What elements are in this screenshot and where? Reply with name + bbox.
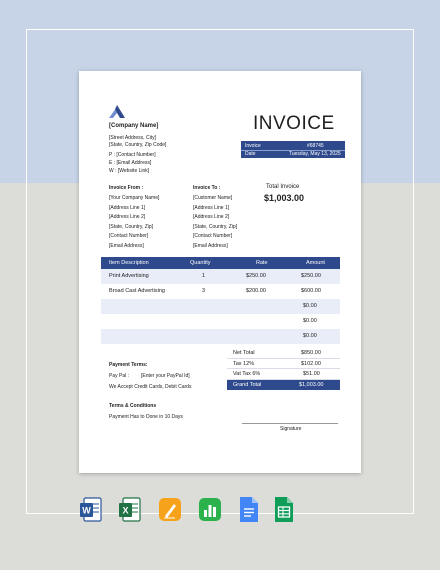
invoice-document: [Company Name] [Street Address, City] [S… bbox=[79, 71, 361, 473]
from-line: [Your Company Name] bbox=[109, 195, 160, 201]
invoice-title: INVOICE bbox=[253, 113, 335, 134]
summary-label: Tax 12% bbox=[233, 360, 255, 367]
invoice-number-label: Invoice bbox=[245, 142, 261, 149]
summary-label: Vat Tax 6% bbox=[233, 371, 261, 377]
paypal-label: Pay Pal : bbox=[109, 373, 130, 379]
from-line: [Address Line 1] bbox=[109, 204, 146, 211]
header-amount: Amount bbox=[306, 260, 325, 266]
signature-line bbox=[242, 423, 338, 424]
payment-terms-heading: Payment Terms: bbox=[109, 362, 148, 368]
invoice-date-value: Tuesday, May 13, 2025 bbox=[289, 151, 341, 157]
summary-row: Tax 12% $102.00 bbox=[227, 359, 340, 369]
company-phone: P : [Contact Number] bbox=[109, 152, 156, 158]
meta-divider bbox=[241, 149, 345, 150]
numbers-icon[interactable] bbox=[198, 496, 222, 524]
pages-icon[interactable] bbox=[158, 496, 182, 524]
cell-description: Broad Cast Advertising bbox=[109, 288, 165, 294]
invoice-from-lines: [Your Company Name] [Address Line 1] [Ad… bbox=[109, 195, 159, 252]
cell-description: Print Advertising bbox=[109, 273, 149, 279]
totals-summary: Net Total $850.00 Tax 12% $102.00 Vat Ta… bbox=[227, 348, 340, 390]
to-line: [State, Country, Zip] bbox=[193, 223, 238, 230]
word-icon[interactable]: W bbox=[79, 496, 103, 524]
company-name: [Company Name] bbox=[109, 123, 159, 129]
paypal-value: [Enter your PayPal Id] bbox=[141, 373, 190, 379]
invoice-to-lines: [Customer Name] [Address Line 1] [Addres… bbox=[193, 195, 237, 252]
table-row: $0.00 bbox=[101, 299, 340, 314]
cell-amount: $0.00 bbox=[303, 303, 317, 309]
app-icons-row: W X bbox=[0, 496, 440, 526]
total-invoice-label: Total Invoice bbox=[266, 184, 300, 190]
grand-total-label: Grand Total bbox=[233, 381, 262, 388]
invoice-from-heading: Invoice From : bbox=[109, 185, 144, 191]
cell-amount: $250.00 bbox=[301, 273, 321, 279]
invoice-number-value: #68745 bbox=[307, 142, 324, 149]
table-row: $0.00 bbox=[101, 314, 340, 329]
company-address-1: [Street Address, City] bbox=[109, 135, 156, 141]
to-line: [Address Line 1] bbox=[193, 204, 230, 211]
summary-value: $850.00 bbox=[301, 350, 321, 356]
svg-text:W: W bbox=[82, 506, 91, 516]
cell-quantity: 3 bbox=[202, 288, 206, 294]
grand-total-row: Grand Total $1,003.00 bbox=[227, 379, 340, 390]
cell-amount: $0.00 bbox=[303, 318, 317, 324]
terms-heading: Terms & Conditions bbox=[109, 403, 157, 409]
summary-value: $51.00 bbox=[303, 371, 320, 377]
google-docs-icon[interactable] bbox=[237, 496, 261, 524]
to-line: [Email Address] bbox=[193, 242, 228, 249]
header-item-description: Item Description bbox=[109, 260, 149, 266]
payment-cards: We Accept Credit Cards, Debit Cards bbox=[109, 384, 192, 390]
summary-label: Net Total bbox=[233, 350, 255, 356]
cell-rate: $200.00 bbox=[246, 288, 266, 294]
table-row: Print Advertising 1 $250.00 $250.00 bbox=[101, 269, 340, 284]
google-sheets-icon[interactable] bbox=[272, 496, 296, 524]
company-logo-icon bbox=[109, 105, 125, 118]
excel-icon[interactable]: X bbox=[118, 496, 142, 524]
svg-text:X: X bbox=[122, 506, 128, 516]
header-quantity: Quantity bbox=[190, 260, 211, 266]
cell-quantity: 1 bbox=[202, 273, 206, 279]
to-line: [Customer Name] bbox=[193, 195, 233, 201]
table-row: Broad Cast Advertising 3 $200.00 $600.00 bbox=[101, 284, 340, 299]
invoice-date-label: Date bbox=[245, 151, 256, 157]
from-line: [Address Line 2] bbox=[109, 214, 146, 220]
company-website: W : [Website Link] bbox=[109, 168, 150, 174]
items-table: Item Description Quantity Rate Amount Pr… bbox=[101, 257, 340, 344]
summary-row: Vat Tax 6% $51.00 bbox=[227, 369, 340, 380]
from-line: [Email Address] bbox=[109, 242, 144, 249]
summary-row: Net Total $850.00 bbox=[227, 348, 340, 359]
invoice-meta-box: Invoice #68745 Date Tuesday, May 13, 202… bbox=[241, 141, 345, 158]
from-line: [State, Country, Zip] bbox=[109, 223, 154, 230]
table-header: Item Description Quantity Rate Amount bbox=[101, 257, 340, 269]
header-rate: Rate bbox=[256, 260, 268, 266]
to-line: [Contact Number] bbox=[193, 233, 233, 239]
cell-rate: $250.00 bbox=[246, 273, 266, 279]
table-row: $0.00 bbox=[101, 329, 340, 344]
grand-total-value: $1,003.00 bbox=[299, 381, 324, 388]
invoice-to-heading: Invoice To : bbox=[193, 185, 221, 191]
to-line: [Address Line 2] bbox=[193, 214, 230, 220]
company-address-2: [State, Country, Zip Code] bbox=[109, 142, 167, 148]
signature-label: Signature bbox=[280, 426, 302, 432]
cell-amount: $600.00 bbox=[301, 288, 321, 294]
total-invoice-value: $1,003.00 bbox=[264, 193, 305, 203]
from-line: [Contact Number] bbox=[109, 233, 149, 239]
summary-value: $102.00 bbox=[301, 360, 321, 367]
cell-amount: $0.00 bbox=[303, 333, 317, 339]
company-email: E : [Email Address] bbox=[109, 160, 152, 166]
terms-text: Payment Has to Done in 10 Days bbox=[109, 414, 183, 420]
